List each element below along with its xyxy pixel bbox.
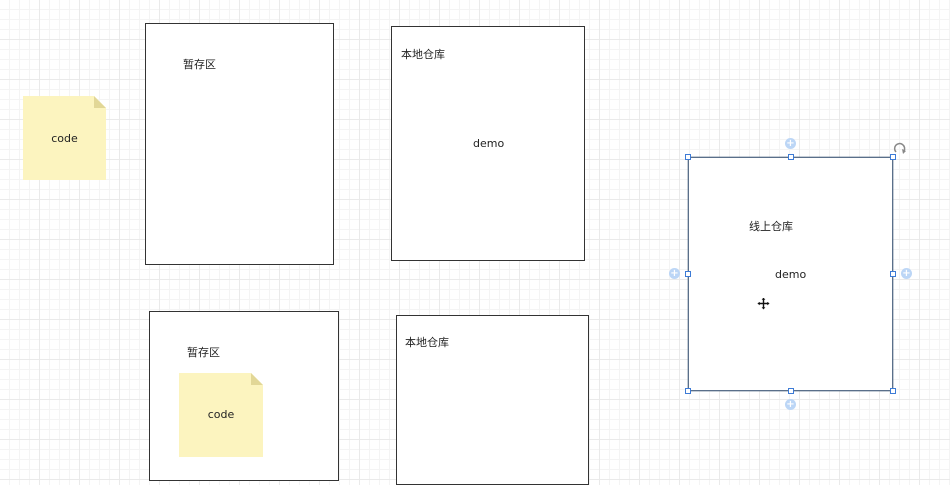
resize-handle-se[interactable] [890, 388, 896, 394]
resize-handle-e[interactable] [890, 271, 896, 277]
staging-area-label-bottom: 暂存区 [187, 346, 220, 359]
remote-repo-label: 线上仓库 [749, 220, 793, 233]
code-note-staged-text: code [207, 408, 235, 421]
connect-plus-icon[interactable]: + [785, 138, 796, 149]
connect-plus-icon[interactable]: + [669, 268, 680, 279]
local-repo-label-bottom: 本地仓库 [405, 336, 449, 349]
resize-handle-nw[interactable] [685, 154, 691, 160]
code-note-text: code [51, 132, 78, 145]
connect-plus-icon[interactable]: + [785, 399, 796, 410]
local-repo-label: 本地仓库 [401, 48, 445, 61]
local-repo-content: demo [473, 137, 505, 150]
staging-area-box[interactable]: 暂存区 [145, 23, 334, 265]
remote-repo-box[interactable]: 线上仓库 demo [688, 157, 893, 391]
resize-handle-n[interactable] [788, 154, 794, 160]
resize-handle-w[interactable] [685, 271, 691, 277]
rotate-icon[interactable] [893, 142, 907, 159]
local-repo-box-bottom[interactable]: 本地仓库 [396, 315, 589, 485]
resize-handle-sw[interactable] [685, 388, 691, 394]
remote-repo-content: demo [775, 268, 807, 281]
resize-handle-s[interactable] [788, 388, 794, 394]
connect-plus-icon[interactable]: + [901, 268, 912, 279]
code-note[interactable]: code [23, 96, 106, 180]
move-cursor-icon [756, 296, 771, 313]
staging-area-label: 暂存区 [183, 58, 216, 71]
code-note-staged[interactable]: code [179, 373, 263, 457]
local-repo-box[interactable]: 本地仓库 demo [391, 26, 585, 261]
